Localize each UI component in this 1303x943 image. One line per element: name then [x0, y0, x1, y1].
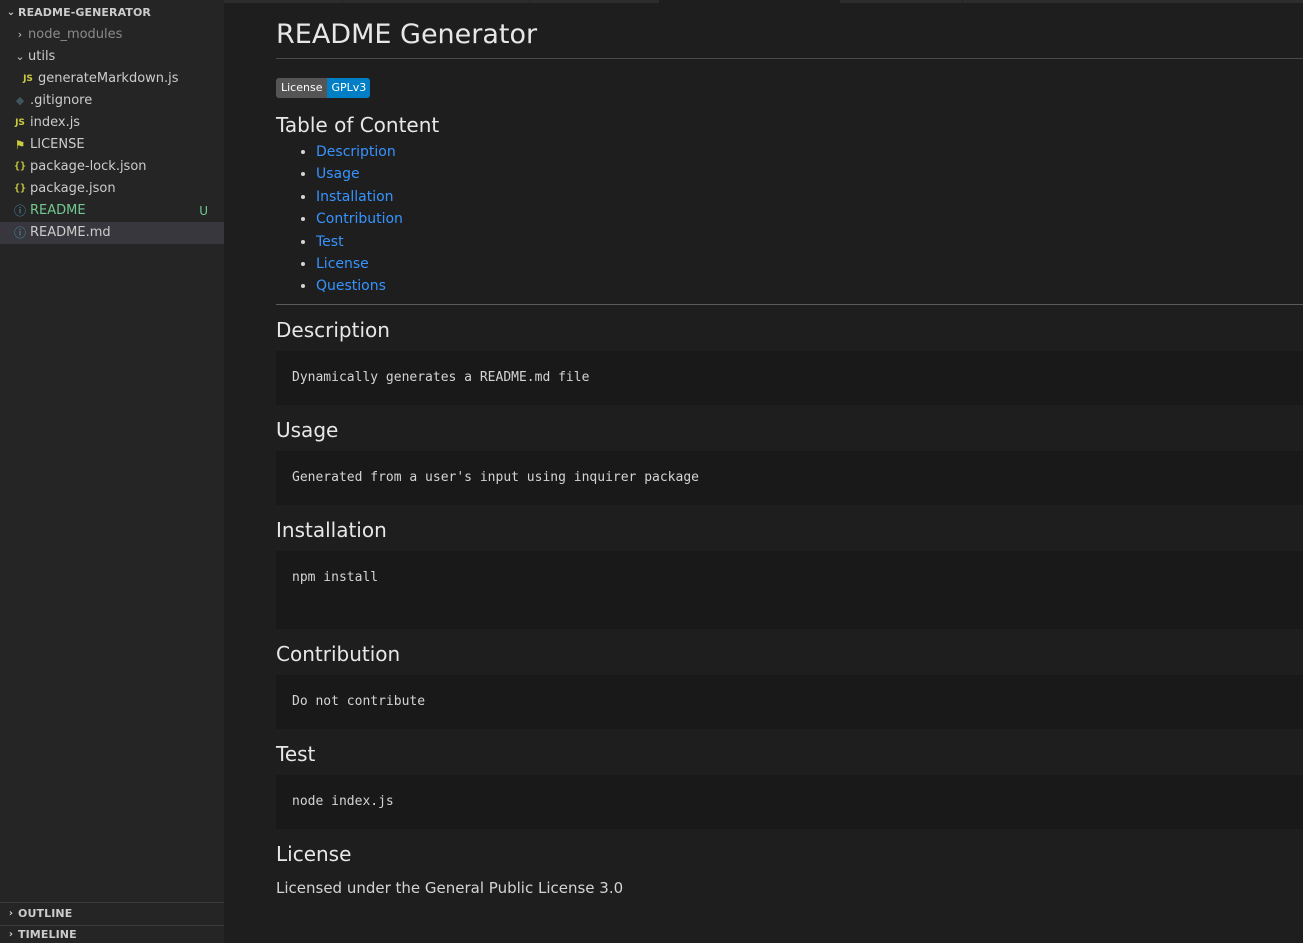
license-heading: License: [276, 841, 352, 866]
toc-heading: Table of Content: [276, 113, 440, 137]
json-file-icon: {}: [13, 161, 27, 172]
usage-code-block: Generated from a user's input using inqu…: [276, 450, 1303, 505]
installation-heading: Installation: [276, 517, 387, 542]
table-of-contents: Description Usage Installation Contribut…: [276, 141, 1303, 298]
toc-link-usage[interactable]: Usage: [316, 163, 1303, 185]
chevron-right-icon: ›: [8, 928, 14, 940]
timeline-panel-header[interactable]: › TIMELINE: [0, 925, 224, 943]
chevron-down-icon: ⌄: [6, 7, 16, 18]
tree-item-gitignore[interactable]: ◆ .gitignore: [0, 90, 224, 112]
tree-item-readme-md[interactable]: ⓘ README.md: [0, 222, 224, 244]
toc-link-description[interactable]: Description: [316, 141, 1303, 163]
toc-link-license[interactable]: License: [316, 253, 1303, 275]
tree-item-label: .gitignore: [30, 93, 93, 108]
explorer-root-header[interactable]: ⌄ README-GENERATOR: [0, 2, 224, 24]
description-heading: Description: [276, 317, 390, 342]
git-untracked-badge: U: [199, 204, 208, 218]
info-file-icon: ⓘ: [13, 204, 26, 218]
tree-item-label: package-lock.json: [30, 159, 147, 174]
badge-value: GPLv3: [327, 78, 371, 98]
tree-item-generatemarkdown[interactable]: JS generateMarkdown.js: [0, 68, 224, 90]
tree-item-license[interactable]: ⚑ LICENSE: [0, 134, 224, 156]
tree-item-label: README.md: [30, 225, 111, 240]
tree-item-package-json[interactable]: {} package.json: [0, 178, 224, 200]
chevron-down-icon: ⌄: [15, 50, 25, 63]
timeline-label: TIMELINE: [18, 927, 77, 941]
description-code-block: Dynamically generates a README.md file: [276, 350, 1303, 405]
license-text: Licensed under the General Public Licens…: [276, 878, 624, 897]
test-heading: Test: [276, 741, 316, 766]
badge-label: License: [276, 78, 328, 98]
toc-link-test[interactable]: Test: [316, 231, 1303, 253]
toc-link-questions[interactable]: Questions: [316, 275, 1303, 297]
tree-item-label: node_modules: [28, 27, 123, 42]
tree-item-readme[interactable]: ⓘ README U: [0, 200, 224, 222]
markdown-preview: README Generator License GPLv3 Table of …: [276, 0, 1303, 897]
tree-item-node-modules[interactable]: › node_modules: [0, 24, 224, 46]
page-title: README Generator: [276, 0, 1303, 59]
usage-heading: Usage: [276, 417, 339, 442]
tree-item-label: utils: [28, 49, 56, 64]
explorer-sidebar: ⌄ README-GENERATOR › node_modules ⌄ util…: [0, 0, 224, 943]
license-file-icon: ⚑: [14, 138, 26, 152]
git-file-icon: ◆: [15, 94, 25, 107]
js-file-icon: JS: [15, 118, 25, 128]
license-badge[interactable]: License GPLv3: [276, 78, 371, 98]
contribution-heading: Contribution: [276, 641, 401, 666]
tree-item-utils[interactable]: ⌄ utils: [0, 46, 224, 68]
explorer-root-label: README-GENERATOR: [18, 6, 151, 19]
tree-item-package-lock[interactable]: {} package-lock.json: [0, 156, 224, 178]
divider: [276, 303, 1303, 305]
info-file-icon: ⓘ: [13, 226, 26, 240]
tree-item-label: index.js: [30, 115, 81, 130]
tree-item-index-js[interactable]: JS index.js: [0, 112, 224, 134]
js-file-icon: JS: [23, 74, 33, 84]
contribution-code-block: Do not contribute: [276, 674, 1303, 729]
tree-item-label: package.json: [30, 181, 116, 196]
test-code-block: node index.js: [276, 774, 1303, 829]
tree-item-label: README: [30, 203, 86, 218]
chevron-right-icon: ›: [17, 28, 23, 41]
json-file-icon: {}: [13, 183, 27, 194]
toc-link-installation[interactable]: Installation: [316, 186, 1303, 208]
installation-code-block: npm install: [276, 550, 1303, 629]
toc-link-contribution[interactable]: Contribution: [316, 208, 1303, 230]
bottom-panels: › OUTLINE › TIMELINE: [0, 902, 224, 943]
tree-item-label: LICENSE: [30, 137, 85, 152]
tree-item-label: generateMarkdown.js: [38, 71, 179, 86]
